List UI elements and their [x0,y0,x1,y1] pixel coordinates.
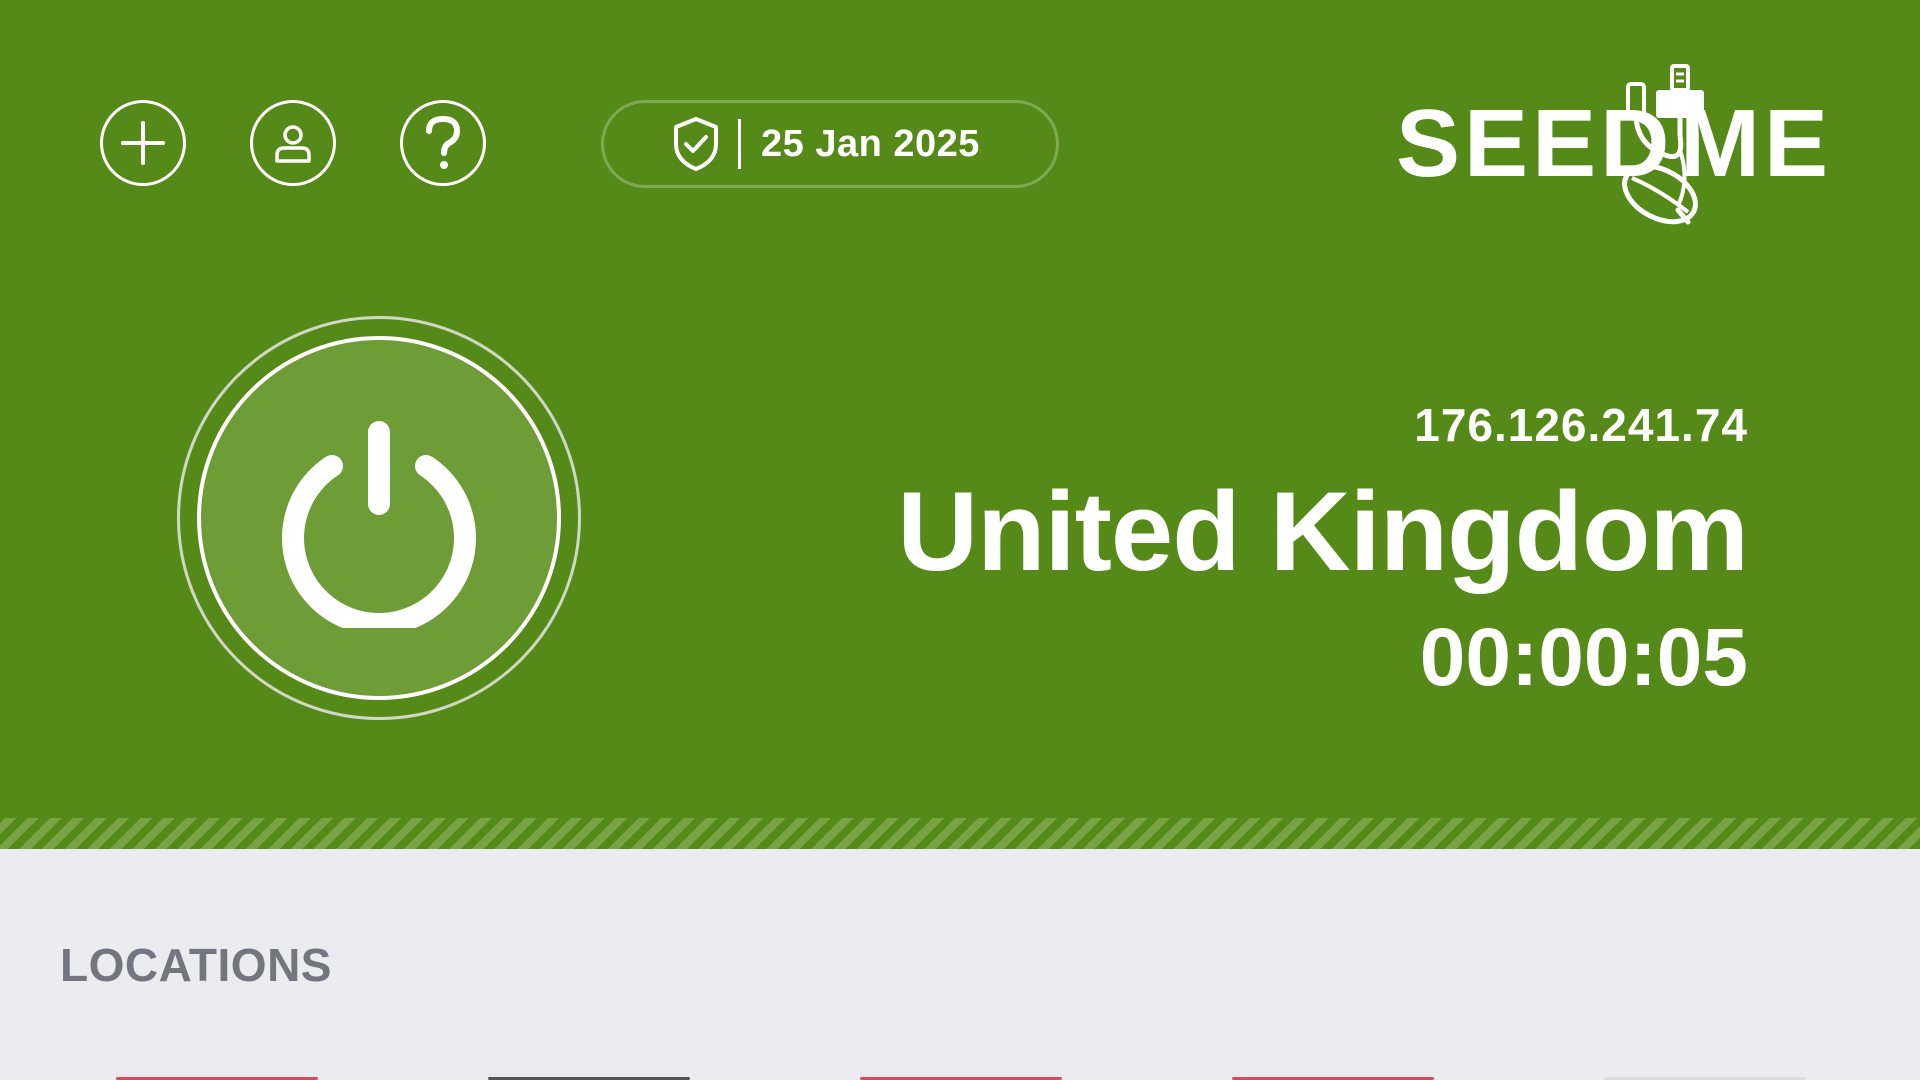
divider [738,119,741,169]
help-button[interactable] [400,100,486,186]
logo-text-right: ME [1680,90,1832,197]
locations-heading: LOCATIONS [60,939,332,991]
vpn-app: 25 Jan 2025 SEED ME 176.126.241.74 Unite… [0,0,1920,1080]
decorative-stripe [0,818,1920,849]
add-button[interactable] [100,100,186,186]
subscription-date: 25 Jan 2025 [761,122,980,165]
power-button[interactable] [197,336,561,700]
account-button[interactable] [250,100,336,186]
plus-icon [121,121,165,165]
seed4me-logo: SEED ME [1396,60,1846,230]
protection-status: 25 Jan 2025 [601,100,1059,188]
ip-address: 176.126.241.74 [1414,399,1748,451]
question-icon [426,115,461,169]
shield-check-icon [672,116,720,172]
power-icon [282,421,476,628]
user-icon [275,125,311,163]
connection-panel: 25 Jan 2025 SEED ME 176.126.241.74 Unite… [0,0,1920,818]
connection-timer: 00:00:05 [1419,612,1748,703]
connected-country: United Kingdom [897,469,1749,594]
